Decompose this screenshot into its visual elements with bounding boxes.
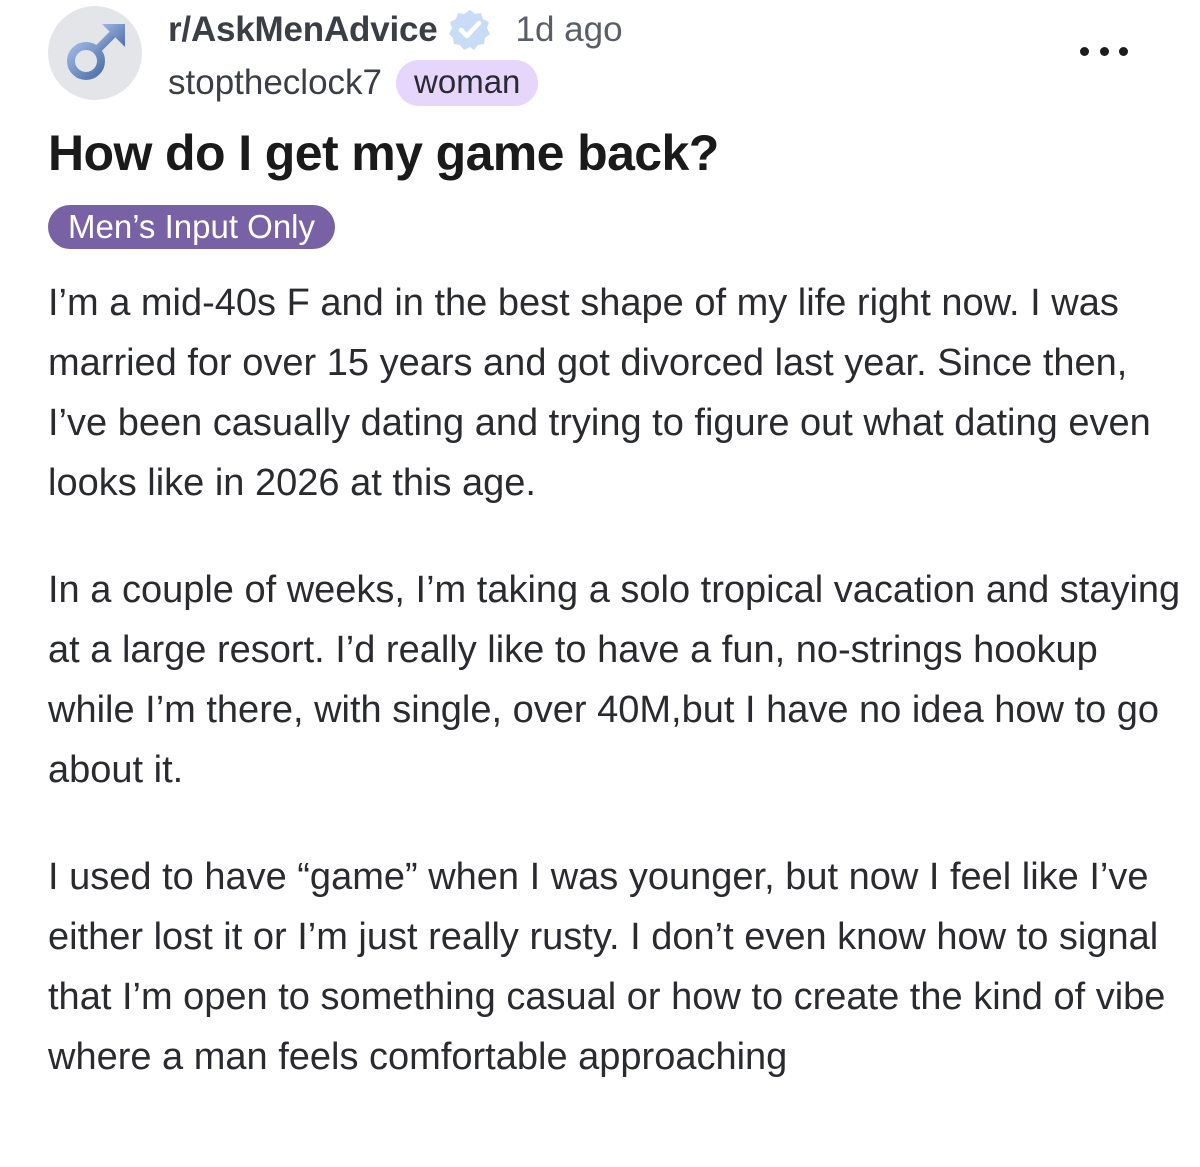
more-options-icon-dot [1099,46,1109,56]
more-options-icon-dot [1119,46,1128,56]
post-paragraph: I used to have “game” when I was younger… [48,856,1166,1078]
post-title[interactable]: How do I get my game back? [48,124,719,182]
author-username[interactable]: stoptheclock7 [168,63,382,103]
post-paragraph: In a couple of weeks, I’m taking a solo … [48,569,1181,791]
verified-badge-icon [448,8,492,52]
male-symbol-icon [67,24,125,80]
subreddit-link[interactable]: r/AskMenAdvice [168,10,438,50]
subreddit-avatar[interactable] [48,6,142,100]
more-options-icon [1080,46,1089,56]
more-options-button[interactable] [1080,36,1128,66]
author-line: stoptheclock7 woman [168,60,539,106]
reddit-post: r/AskMenAdvice 1d ago stoptheclock7 woma… [0,0,1200,1167]
post-body: I’m a mid-40s F and in the best shape of… [48,273,1188,1134]
post-meta-line: r/AskMenAdvice 1d ago [168,8,623,52]
post-timestamp: 1d ago [515,10,623,49]
post-paragraph: I’m a mid-40s F and in the best shape of… [48,282,1151,504]
post-flair-badge[interactable]: Men’s Input Only [48,205,336,249]
author-flair-badge: woman [396,60,539,106]
